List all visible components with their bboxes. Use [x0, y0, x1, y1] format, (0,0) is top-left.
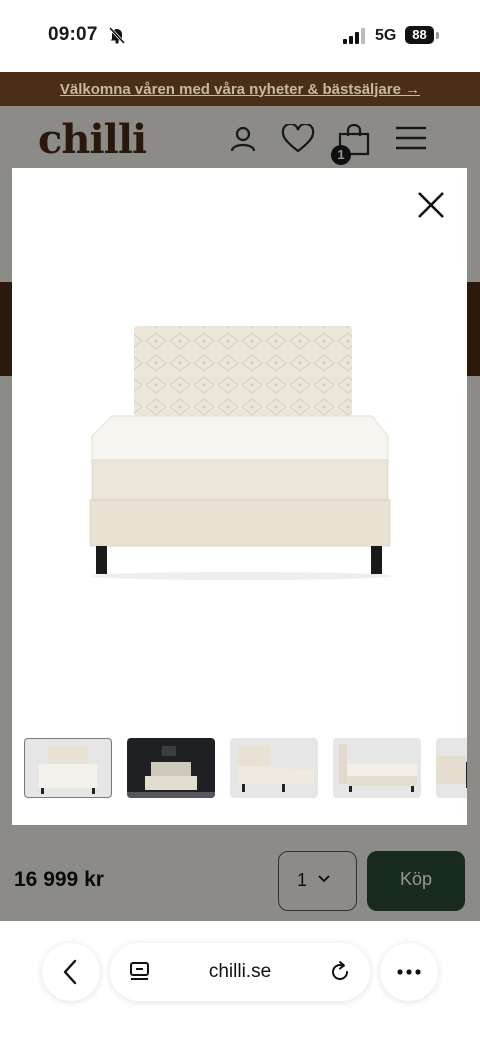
product-price: 16 999 kr: [14, 868, 104, 891]
thumbnail-5[interactable]: [436, 738, 467, 798]
reload-icon[interactable]: [328, 960, 352, 984]
announcement-bar: Välkomna våren med våra nyheter & bästsä…: [0, 72, 480, 106]
signal-icon: [343, 28, 365, 44]
chevron-down-icon: [318, 875, 330, 883]
product-main-image[interactable]: [72, 308, 412, 588]
buy-bar: 16 999 kr 1 Köp: [0, 840, 480, 921]
status-bar: 09:07 5G 88: [0, 0, 480, 72]
chevron-left-icon: [63, 959, 77, 985]
battery-indicator: 88: [405, 26, 434, 44]
back-button[interactable]: [42, 943, 100, 1001]
thumbnail-strip: [24, 738, 467, 798]
address-bar[interactable]: chilli.se: [110, 943, 370, 1001]
buy-button[interactable]: Köp: [367, 851, 465, 911]
close-icon[interactable]: [412, 186, 450, 224]
network-label: 5G: [375, 27, 397, 44]
status-time: 09:07: [48, 24, 98, 45]
thumbnail-1[interactable]: [24, 738, 112, 798]
bell-muted-icon: [108, 26, 126, 44]
announcement-link[interactable]: Välkomna våren med våra nyheter & bästsä…: [60, 81, 420, 98]
quantity-select[interactable]: 1: [278, 851, 357, 911]
more-icon: [397, 969, 421, 975]
browser-toolbar: chilli.se: [0, 921, 480, 1041]
thumbnail-2[interactable]: [127, 738, 215, 798]
more-options-button[interactable]: [380, 943, 438, 1001]
quantity-value: 1: [297, 870, 308, 890]
thumbnail-3[interactable]: [230, 738, 318, 798]
battery-tip: [436, 32, 439, 39]
thumbnail-4[interactable]: [333, 738, 421, 798]
image-gallery-modal: [12, 168, 467, 825]
